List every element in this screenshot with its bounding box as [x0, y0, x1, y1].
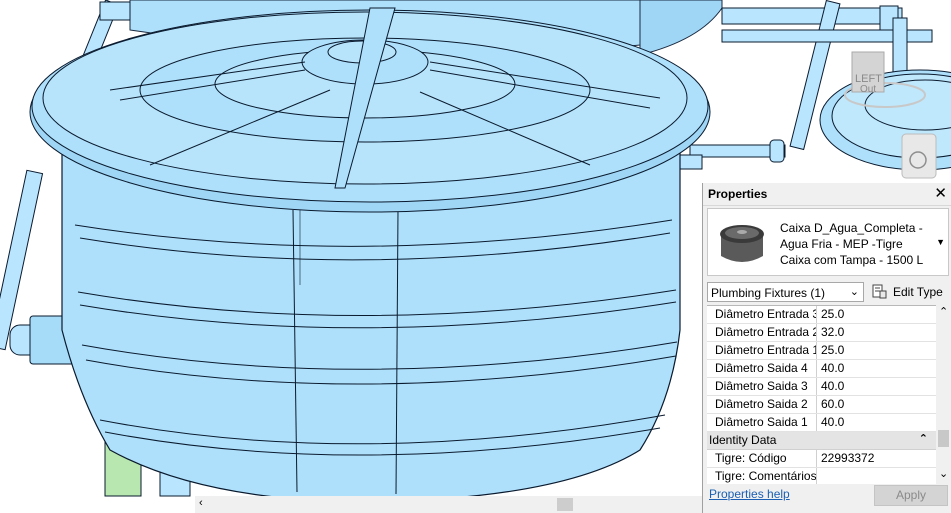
property-row[interactable]: Tigre: Comentários — [707, 468, 936, 484]
property-row[interactable]: Diâmetro Saida 4 40.0 — [707, 360, 936, 378]
group-header-identity-data[interactable]: Identity Data ⌃ — [707, 432, 936, 450]
property-value[interactable]: 40.0 — [818, 378, 936, 395]
scroll-thumb[interactable] — [938, 430, 949, 447]
properties-titlebar[interactable]: Properties ✕ — [703, 183, 951, 206]
property-name: Tigre: Comentários — [707, 468, 817, 484]
scroll-up-icon[interactable]: ⌃ — [939, 305, 948, 318]
type-dropdown-icon[interactable]: ▼ — [936, 237, 945, 247]
property-row[interactable]: Diâmetro Saida 2 60.0 — [707, 396, 936, 414]
property-name: Diâmetro Saida 4 — [707, 360, 817, 377]
viewport-horizontal-scrollbar[interactable]: ‹ — [195, 496, 702, 513]
edit-type-button[interactable]: Edit Type — [871, 281, 949, 303]
properties-grid: Diâmetro Entrada 3 25.0 Diâmetro Entrada… — [707, 305, 936, 484]
property-value[interactable]: 25.0 — [818, 306, 936, 323]
property-value[interactable]: 22993372 — [818, 450, 936, 467]
property-value[interactable]: 40.0 — [818, 360, 936, 377]
type-line-3: Caixa com Tampa - 1500 L — [780, 253, 924, 267]
scroll-thumb[interactable] — [557, 498, 573, 511]
scroll-left-icon[interactable]: ‹ — [199, 497, 203, 509]
tank-lid[interactable] — [29, 7, 711, 213]
property-value[interactable]: 60.0 — [818, 396, 936, 413]
properties-help-link[interactable]: Properties help — [709, 487, 790, 501]
type-line-1: Caixa D_Agua_Completa - — [780, 221, 923, 235]
family-thumbnail — [711, 212, 773, 272]
apply-button[interactable]: Apply — [874, 485, 948, 506]
close-icon[interactable]: ✕ — [934, 184, 947, 202]
property-name: Diâmetro Entrada 1 — [707, 342, 817, 359]
edit-type-icon — [872, 284, 887, 299]
property-row[interactable]: Diâmetro Entrada 2 32.0 — [707, 324, 936, 342]
type-line-2: Agua Fria - MEP -Tigre — [780, 237, 903, 251]
type-selector[interactable]: Caixa D_Agua_Completa - Agua Fria - MEP … — [707, 208, 949, 276]
category-filter-value: Plumbing Fixtures (1) — [711, 286, 826, 300]
properties-scrollbar[interactable]: ⌃ ⌄ — [936, 305, 951, 483]
property-value[interactable]: 40.0 — [818, 414, 936, 431]
viewcube-label-bottom: Out — [860, 84, 876, 95]
property-value[interactable] — [818, 468, 936, 484]
property-name: Diâmetro Entrada 3 — [707, 306, 817, 323]
chevron-down-icon[interactable]: ⌄ — [850, 285, 859, 298]
property-row[interactable]: Diâmetro Saida 1 40.0 — [707, 414, 936, 432]
scroll-down-icon[interactable]: ⌄ — [939, 467, 948, 480]
property-name: Diâmetro Saida 3 — [707, 378, 817, 395]
property-row[interactable]: Diâmetro Entrada 3 25.0 — [707, 306, 936, 324]
panel-title: Properties — [708, 187, 768, 201]
property-name: Tigre: Código — [707, 450, 817, 467]
property-name: Diâmetro Entrada 2 — [707, 324, 817, 341]
property-value[interactable]: 32.0 — [818, 324, 936, 341]
edit-type-label: Edit Type — [893, 285, 943, 299]
property-row[interactable]: Diâmetro Saida 3 40.0 — [707, 378, 936, 396]
properties-panel: Properties ✕ Caixa D_Agua_Completa - Agu… — [702, 183, 951, 513]
property-name: Diâmetro Saida 1 — [707, 414, 817, 431]
collapse-icon[interactable]: ⌃ — [919, 432, 928, 445]
group-label: Identity Data — [709, 433, 777, 447]
property-row[interactable]: Tigre: Código 22993372 — [707, 450, 936, 468]
property-name: Diâmetro Saida 2 — [707, 396, 817, 413]
property-value[interactable]: 25.0 — [818, 342, 936, 359]
category-filter-select[interactable]: Plumbing Fixtures (1) ⌄ — [707, 282, 864, 302]
property-row[interactable]: Diâmetro Entrada 1 25.0 — [707, 342, 936, 360]
